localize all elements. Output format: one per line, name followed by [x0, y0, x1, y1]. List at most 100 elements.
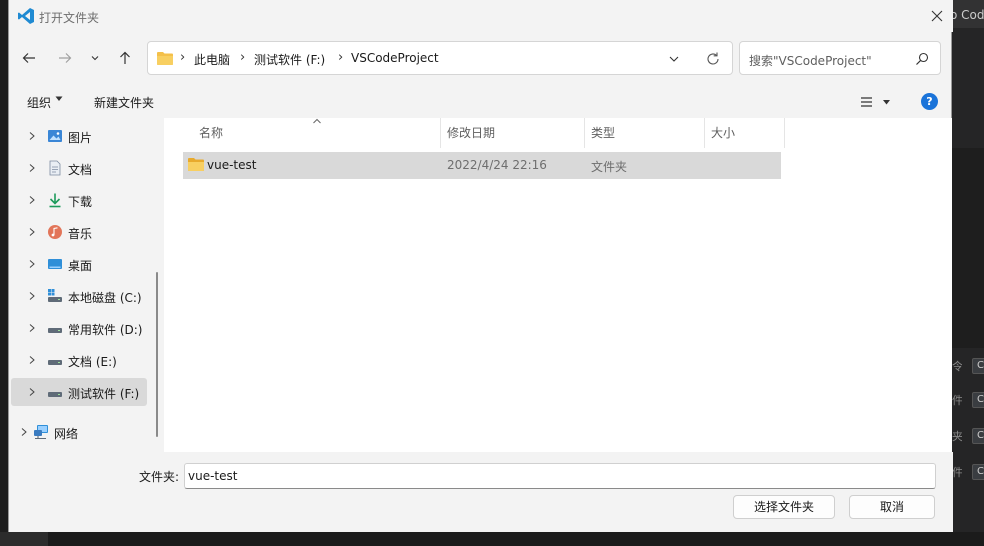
folder-name-input[interactable]: [184, 463, 936, 489]
dialog-title: 打开文件夹: [39, 11, 100, 25]
nav-item-label: 常用软件 (D:): [68, 323, 143, 337]
column-divider[interactable]: [784, 118, 785, 148]
nav-item-downloads[interactable]: 下载: [11, 186, 147, 214]
downloads-icon: [49, 193, 61, 208]
column-header-date[interactable]: 修改日期: [447, 124, 495, 141]
row-date: 2022/4/24 22:16: [447, 158, 547, 172]
nav-item-label: 桌面: [68, 259, 93, 273]
file-list: 名称 修改日期 类型 大小 vue-test 2022/4/24 22:16 文…: [164, 118, 952, 452]
column-divider[interactable]: [584, 118, 585, 148]
dialog-footer: 文件夹: 选择文件夹 取消: [9, 452, 953, 532]
sort-ascending-icon: [313, 118, 321, 124]
network-icon: [34, 425, 48, 440]
command-bar: 组织 新建文件夹 ?: [9, 86, 953, 118]
up-button[interactable]: [113, 46, 137, 70]
background-app-title: o Code: [950, 8, 984, 22]
nav-item-network[interactable]: 网络: [3, 418, 139, 446]
column-divider[interactable]: [440, 118, 441, 148]
vscode-logo-icon: [18, 8, 34, 24]
search-input[interactable]: 搜索"VSCodeProject": [739, 41, 941, 75]
background-shortcut-row: 夹 C: [952, 428, 984, 444]
chevron-right-icon[interactable]: [27, 387, 37, 397]
nav-item-label: 图片: [68, 131, 93, 145]
caret-down-icon[interactable]: [55, 96, 63, 102]
system-drive-icon: [48, 289, 62, 302]
folder-icon: [157, 52, 173, 65]
help-button[interactable]: ?: [921, 93, 938, 110]
background-statusbar-left: [0, 532, 48, 546]
background-shortcut-row: 件 C: [952, 392, 984, 408]
chevron-right-icon[interactable]: [27, 227, 37, 237]
open-folder-dialog: 打开文件夹 › 此电脑 › 测试软件 (F:) › VSCodeProject …: [8, 0, 953, 532]
nav-item-drive-c[interactable]: 本地磁盘 (C:): [11, 282, 147, 310]
table-row[interactable]: vue-test 2022/4/24 22:16 文件夹: [183, 152, 781, 179]
breadcrumb-separator: ›: [240, 50, 246, 65]
nav-item-label: 测试软件 (F:): [68, 387, 140, 401]
column-header-size[interactable]: 大小: [711, 124, 735, 141]
cancel-button[interactable]: 取消: [849, 495, 935, 519]
nav-item-label: 本地磁盘 (C:): [68, 291, 142, 305]
view-options-button[interactable]: [859, 94, 895, 110]
row-type: 文件夹: [591, 160, 628, 174]
folder-icon: [188, 158, 204, 171]
nav-item-pictures[interactable]: 图片: [11, 122, 147, 150]
background-logo: [952, 148, 984, 348]
refresh-icon[interactable]: [704, 50, 722, 68]
nav-item-documents[interactable]: 文档: [11, 154, 147, 182]
chevron-right-icon[interactable]: [27, 355, 37, 365]
background-statusbar: [48, 532, 984, 546]
chevron-right-icon[interactable]: [27, 323, 37, 333]
arrow-up-icon: [120, 51, 130, 64]
background-shortcut-row: 件 C: [952, 464, 984, 480]
breadcrumb-vscodeproject[interactable]: VSCodeProject: [351, 51, 439, 65]
desktop-icon: [48, 259, 62, 269]
breadcrumb-separator: ›: [180, 50, 186, 65]
background-app-window: 令 C 件 C 夹 C 件 C: [952, 28, 984, 546]
select-folder-button[interactable]: 选择文件夹: [733, 495, 835, 519]
chevron-right-icon[interactable]: [27, 259, 37, 269]
recent-locations-button[interactable]: [83, 46, 107, 70]
search-icon: [916, 52, 929, 65]
address-bar[interactable]: › 此电脑 › 测试软件 (F:) › VSCodeProject: [147, 41, 733, 75]
nav-item-drive-e[interactable]: 文档 (E:): [11, 346, 147, 374]
nav-item-label: 下载: [68, 195, 93, 209]
close-icon: [931, 10, 943, 22]
dialog-titlebar: 打开文件夹: [9, 0, 953, 32]
chevron-right-icon[interactable]: [27, 131, 37, 141]
background-shortcut-row: 令 C: [952, 358, 984, 374]
nav-item-drive-f[interactable]: 测试软件 (F:): [11, 378, 147, 406]
navigation-scrollbar[interactable]: [156, 272, 158, 437]
breadcrumb-this-pc[interactable]: 此电脑: [194, 51, 230, 68]
chevron-right-icon[interactable]: [27, 195, 37, 205]
nav-item-label: 文档 (E:): [68, 355, 117, 369]
arrow-right-icon: [59, 53, 72, 63]
back-button[interactable]: [17, 46, 41, 70]
column-header-name[interactable]: 名称: [199, 124, 223, 141]
column-divider[interactable]: [704, 118, 705, 148]
breadcrumb-drive-f[interactable]: 测试软件 (F:): [254, 51, 325, 68]
music-icon: [48, 225, 62, 239]
nav-item-label: 文档: [68, 163, 93, 177]
row-name: vue-test: [207, 158, 257, 172]
drive-icon: [48, 360, 62, 365]
breadcrumb-separator: ›: [338, 50, 344, 65]
nav-item-desktop[interactable]: 桌面: [11, 250, 147, 278]
pictures-icon: [48, 130, 62, 142]
chevron-right-icon[interactable]: [27, 291, 37, 301]
nav-item-label: 音乐: [68, 227, 93, 241]
arrow-left-icon: [22, 53, 35, 63]
close-button[interactable]: [925, 4, 949, 28]
column-header-type[interactable]: 类型: [591, 124, 615, 141]
navigation-pane: 图片 文档 下载 音乐 桌面 本地磁盘 (C:) 常用软件 (D:) 文档 (E…: [9, 118, 163, 452]
drive-icon: [48, 392, 62, 397]
chevron-right-icon[interactable]: [27, 163, 37, 173]
nav-item-music[interactable]: 音乐: [11, 218, 147, 246]
chevron-down-icon: [91, 56, 99, 61]
organize-button[interactable]: 组织: [27, 94, 51, 111]
chevron-right-icon[interactable]: [19, 427, 29, 437]
nav-item-drive-d[interactable]: 常用软件 (D:): [11, 314, 147, 342]
address-history-chevron-icon[interactable]: [666, 51, 682, 67]
new-folder-button[interactable]: 新建文件夹: [94, 94, 154, 111]
drive-icon: [48, 328, 62, 333]
forward-button[interactable]: [53, 46, 77, 70]
